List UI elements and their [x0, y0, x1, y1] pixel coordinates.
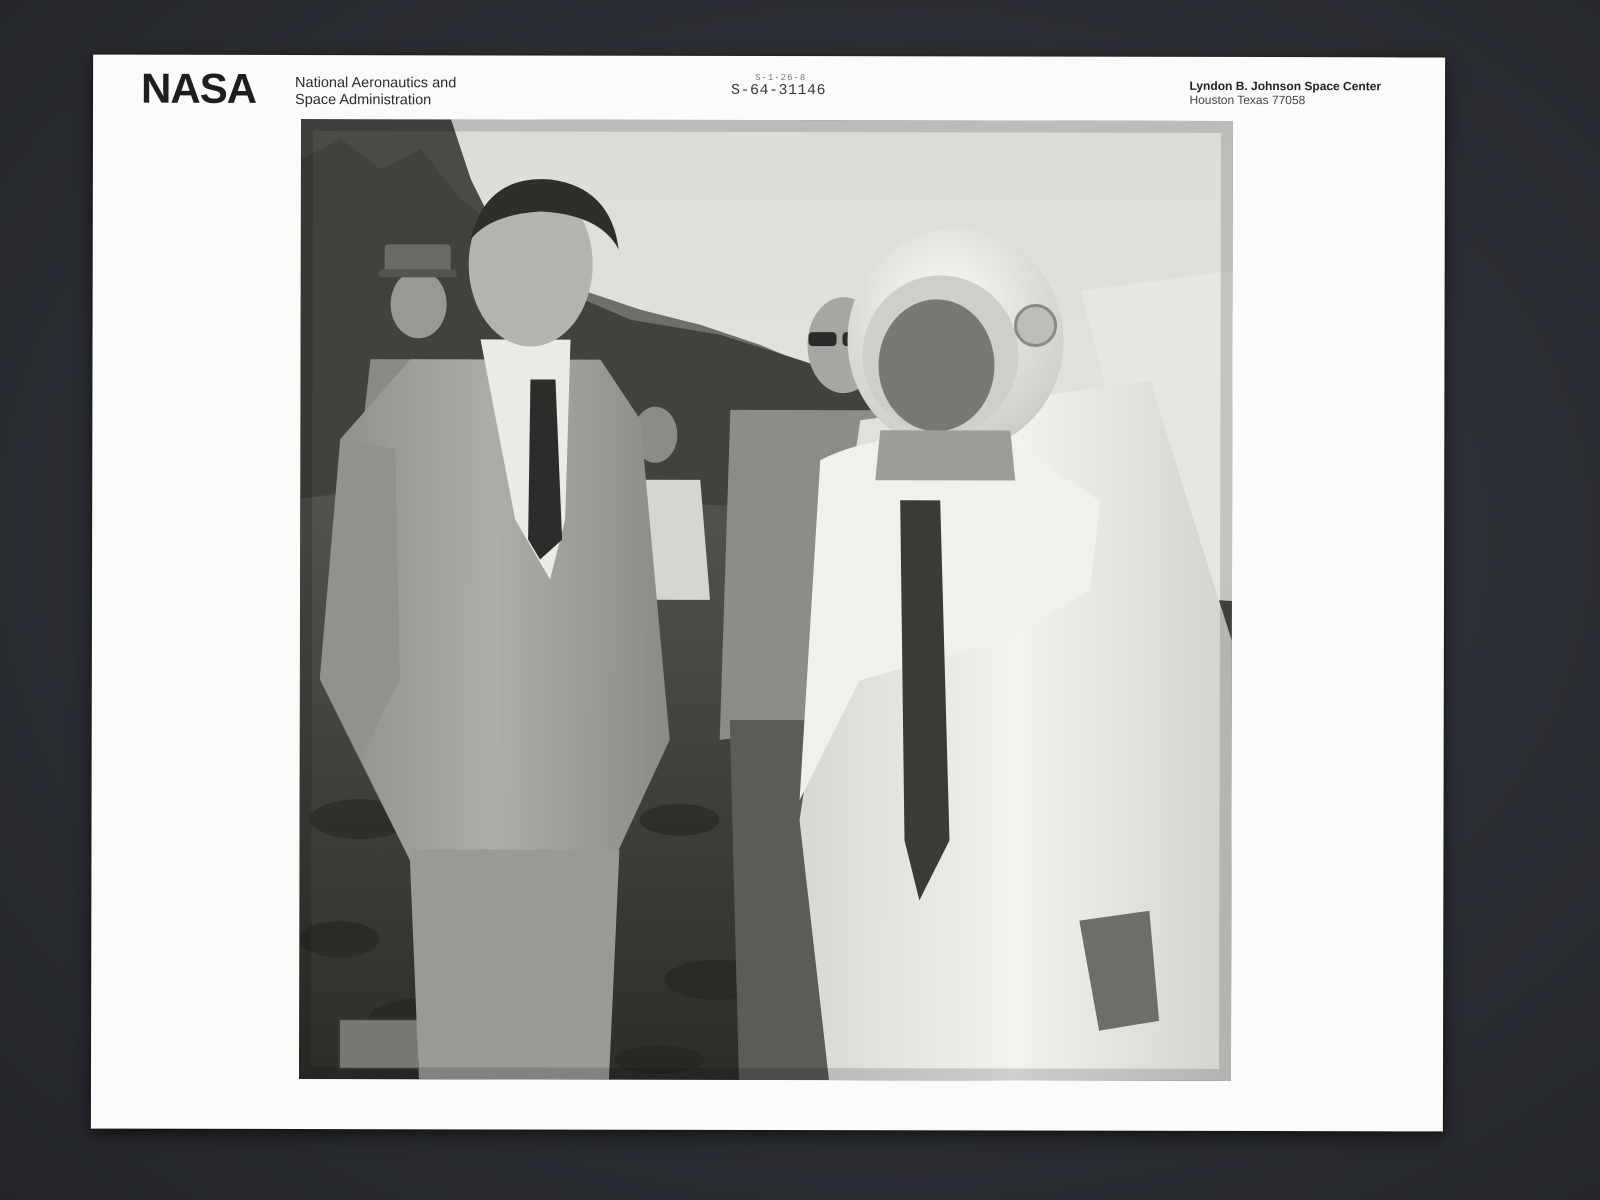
center-line-1: Lyndon B. Johnson Space Center — [1189, 78, 1382, 94]
nasa-logo-text: NASA — [141, 69, 257, 109]
photograph — [298, 119, 1233, 1081]
center-line-2: Houston Texas 77058 — [1189, 92, 1306, 108]
astronaut-face — [878, 299, 995, 432]
suit-trousers — [409, 849, 620, 1080]
photo-number-overprint: S-1-26-8 — [755, 72, 807, 84]
center-name: Lyndon B. Johnson Space Center Houston T… — [1189, 79, 1381, 107]
photograph-illustration — [298, 119, 1233, 1081]
ground-equipment-box — [337, 1018, 421, 1071]
agency-name: National Aeronautics and Space Administr… — [295, 75, 456, 109]
agency-line-1: National Aeronautics and — [295, 75, 457, 92]
agency-line-2: Space Administration — [295, 92, 432, 109]
astronaut — [799, 228, 1233, 1081]
nasa-logo: NASA — [141, 69, 257, 109]
helmet-side-fitting — [1014, 304, 1058, 348]
photo-number-text: S-64-31146 — [731, 81, 827, 100]
astronaut-neck-ring — [875, 430, 1016, 481]
photo-print: NASA National Aeronautics and Space Admi… — [90, 54, 1446, 1132]
photo-number: S-1-26-8 S-64-31146 — [731, 73, 827, 100]
